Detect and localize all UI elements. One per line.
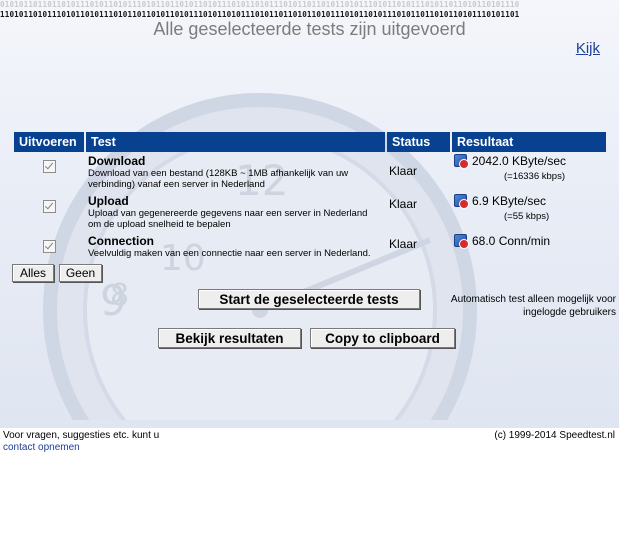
download-checkbox[interactable] (42, 160, 56, 173)
connection-checkbox[interactable] (42, 240, 56, 253)
binary-line-1: 0101011011011010111010110101110101101101… (0, 0, 520, 9)
binary-header-strip: 0101011011011010111010110101110101101101… (0, 0, 619, 20)
column-header-status: Status (387, 132, 450, 152)
result-value: 6.9 KByte/sec (472, 194, 547, 208)
svg-text:9: 9 (100, 276, 127, 325)
speedtest-result-icon (454, 194, 469, 209)
footer-text: Voor vragen, suggesties etc. kunt u (3, 430, 160, 441)
upload-checkbox[interactable] (42, 200, 56, 213)
test-description: Veelvuldig maken van een connectie naar … (88, 248, 371, 259)
column-header-uitvoeren: Uitvoeren (14, 132, 84, 152)
status-text: Klaar (389, 164, 418, 178)
table-header-row: Uitvoeren Test Status Resultaat (14, 132, 606, 152)
page-title: Alle geselecteerde tests zijn uitgevoerd (153, 19, 466, 39)
footer-copyright: (c) 1999-2014 Speedtest.nl (494, 430, 615, 441)
copy-clipboard-button[interactable]: Copy to clipboard (310, 328, 455, 348)
speedtest-result-icon (454, 154, 469, 169)
status-text: Klaar (389, 197, 418, 211)
result-value: 2042.0 KByte/sec (472, 154, 567, 168)
test-name: Download (88, 154, 146, 168)
result-kbps: (=16336 kbps) (504, 171, 565, 182)
test-name: Connection (88, 234, 154, 248)
start-tests-button[interactable]: Start de geselecteerde tests (198, 289, 420, 309)
footer-contact: Voor vragen, suggesties etc. kunt u cont… (3, 430, 159, 454)
select-all-button[interactable]: Alles (12, 264, 54, 282)
test-name: Upload (88, 194, 129, 208)
table-row: Upload Upload van gegenereerde gegevens … (14, 192, 606, 232)
table-row: Download Download van een bestand (128KB… (14, 152, 606, 192)
kijk-link[interactable]: Kijk (576, 40, 600, 57)
auto-test-note: Automatisch test alleen mogelijk voor in… (450, 294, 616, 318)
table-row: Connection Veelvuldig maken van een conn… (14, 232, 606, 261)
column-header-resultaat: Resultaat (452, 132, 606, 152)
column-header-test: Test (86, 132, 385, 152)
view-results-button[interactable]: Bekijk resultaten (158, 328, 301, 348)
contact-link[interactable]: contact opnemen (3, 442, 80, 453)
svg-text:8: 8 (110, 278, 129, 313)
result-kbps: (=55 kbps) (504, 211, 550, 222)
select-none-button[interactable]: Geen (59, 264, 102, 282)
result-value: 68.0 Conn/min (472, 234, 551, 248)
speedtest-result-icon (454, 234, 469, 249)
test-description: Download van een bestand (128KB ~ 1MB af… (88, 168, 349, 190)
status-text: Klaar (389, 237, 418, 251)
test-description: Upload van gegenereerde gegevens naar ee… (88, 208, 368, 230)
tests-table: Uitvoeren Test Status Resultaat Download… (12, 132, 608, 261)
